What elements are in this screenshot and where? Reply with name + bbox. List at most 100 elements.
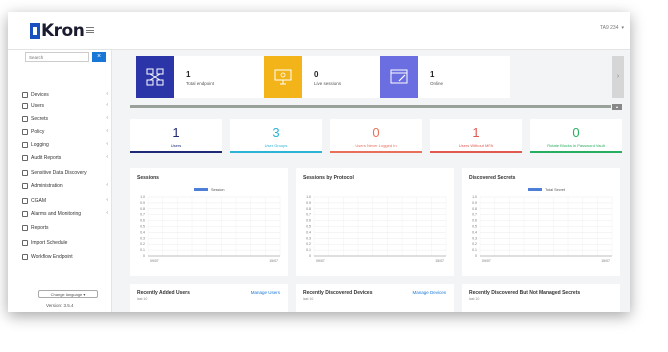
sidebar-item-secrets[interactable]: Secrets ‹ [22, 114, 108, 123]
sidebar-item-label: Import Schedule [31, 239, 68, 246]
chevron-left-icon: ‹ [106, 115, 108, 121]
sidebar-item-policy[interactable]: Policy ‹ [22, 127, 108, 136]
y-tick-label: 0.9 [472, 201, 477, 205]
metric-card-users-without-mfa[interactable]: 1 Users Without MFA [430, 119, 522, 153]
metric-card-user-groups[interactable]: 3 User Groups [230, 119, 322, 153]
chevron-left-icon: ‹ [106, 210, 108, 216]
metric-label: Users Without MFA [458, 143, 494, 148]
top-bar: Kron TA9 234 ▾ [8, 12, 630, 50]
y-tick-label: 0.5 [140, 225, 145, 229]
chevron-right-icon: › [616, 73, 620, 80]
sidebar-item-logging[interactable]: Logging ‹ [22, 140, 108, 149]
sidebar-item-label: Workflow Endpoint [31, 253, 73, 260]
sidebar-item-alarms-and-monitoring[interactable]: Alarms and Monitoring ‹ [22, 209, 108, 218]
recent-panel-recently-added-users: Recently Added Users last 10 Manage Users [130, 284, 288, 312]
recent-panel-recently-discovered-devices: Recently Discovered Devices last 10 Manage… [296, 284, 454, 312]
chart-panel-sessions: Sessions 1.0 0.9 0.8 0.7 0.6 0.5 0.4 0.3 0.2 0.1 0 0… [130, 168, 288, 276]
metric-accent-bar [230, 151, 322, 153]
secrets-icon [22, 115, 28, 122]
metric-card-users[interactable]: 1 Users [130, 119, 222, 153]
sidebar-item-reports[interactable]: Reports [22, 223, 108, 232]
y-tick-label: 0.5 [472, 225, 477, 229]
report-icon [22, 154, 28, 161]
stat-value: 1 [186, 70, 191, 79]
chevron-left-icon: ‹ [106, 182, 108, 188]
manage-link[interactable]: Manage Devices [412, 290, 446, 295]
user-name: TA9 234 [599, 25, 619, 31]
metric-label: Users Never Logged In [355, 143, 397, 148]
change-language-button[interactable]: Change language ▾ [38, 290, 98, 298]
collapse-button[interactable]: ▴ [612, 104, 622, 110]
sidebar-item-users[interactable]: Users ‹ [22, 101, 108, 110]
y-tick-label: 1.0 [472, 195, 477, 199]
x-tick-label: 15/07 [435, 259, 444, 263]
stat-card-online[interactable]: 1 Online [380, 56, 510, 98]
y-tick-label: 0.1 [140, 248, 145, 252]
search-button[interactable]: × [92, 52, 106, 62]
sidebar-item-workflow-endpoint[interactable]: Workflow Endpoint [22, 252, 108, 261]
x-tick-label: 09/07 [316, 259, 325, 263]
sidebar-item-cgam[interactable]: CGAM ‹ [22, 196, 108, 205]
metric-card-rotate-blocks-in-password-vault[interactable]: 0 Rotate Blocks in Password Vault [530, 119, 622, 153]
y-tick-label: 0.6 [306, 219, 311, 223]
menu-toggle-icon[interactable] [86, 27, 94, 33]
app-window: Kron TA9 234 ▾ × Change language ▾ Versi… [8, 12, 630, 312]
y-tick-label: 1.0 [306, 195, 311, 199]
chevron-left-icon: ‹ [106, 91, 108, 97]
sidebar-item-label: Sensitive Data Discovery [31, 169, 87, 176]
y-tick-label: 0.2 [140, 242, 145, 246]
metric-value: 0 [372, 125, 380, 140]
sidebar-item-administration[interactable]: Administration ‹ [22, 181, 108, 190]
y-tick-label: 0.4 [140, 230, 145, 234]
cgam-icon [22, 197, 28, 204]
panel-subtitle: last 10 [469, 297, 480, 301]
x-tick-label: 09/07 [150, 259, 159, 263]
chevron-down-icon: ▾ [621, 25, 624, 31]
metric-label: Rotate Blocks in Password Vault [547, 143, 605, 148]
sidebar-item-devices[interactable]: Devices ‹ [22, 90, 108, 99]
panel-title: Recently Discovered Devices [303, 290, 373, 296]
y-tick-label: 0.7 [140, 213, 145, 217]
y-tick-label: 0.2 [306, 242, 311, 246]
stat-card-total-endpoint[interactable]: 1 Total endpoint [136, 56, 266, 98]
network-icon [136, 56, 174, 98]
chart-panel-sessions-by-protocol: Sessions by Protocol 1.0 0.9 0.8 0.7 0.6 0.5 0.… [296, 168, 454, 276]
y-tick-label: 0 [309, 254, 311, 258]
monitor-icon [264, 56, 302, 98]
panel-title: Recently Discovered But Not Managed Secr… [469, 290, 581, 296]
panel-subtitle: last 10 [303, 297, 314, 301]
legend-label[interactable]: Session [211, 188, 225, 192]
legend-swatch [528, 188, 542, 191]
sidebar-item-label: Logging [31, 141, 49, 148]
reports-icon [22, 224, 28, 231]
y-tick-label: 0.4 [472, 230, 477, 234]
sidebar-item-label: Audit Reports [31, 154, 62, 161]
search-input[interactable] [25, 52, 89, 62]
y-tick-label: 0.8 [306, 207, 311, 211]
kron-logo[interactable]: Kron [30, 22, 85, 40]
metric-card-users-never-logged-in[interactable]: 0 Users Never Logged In [330, 119, 422, 153]
sidebar-item-audit-reports[interactable]: Audit Reports ‹ [22, 153, 108, 162]
y-tick-label: 0.9 [140, 201, 145, 205]
sidebar-item-import-schedule[interactable]: Import Schedule [22, 238, 108, 247]
sidebar-item-label: Administration [31, 182, 63, 189]
manage-link[interactable]: Manage Users [251, 290, 280, 295]
users-icon [22, 102, 28, 109]
user-menu[interactable]: TA9 234 ▾ [600, 25, 624, 31]
devices-icon [22, 91, 28, 98]
stat-label: Total endpoint [186, 81, 215, 86]
chevron-left-icon: ‹ [106, 128, 108, 134]
sidebar-item-sensitive-data-discovery[interactable]: Sensitive Data Discovery [22, 168, 108, 177]
logo-mark-icon [30, 23, 40, 39]
y-tick-label: 0.1 [472, 248, 477, 252]
sidebar-item-label: Secrets [31, 115, 48, 122]
legend-label[interactable]: Total Secret [545, 188, 566, 192]
version-label: Version: 3.5.4 [46, 303, 74, 308]
stat-card-live-sessions[interactable]: 0 Live sessions [264, 56, 394, 98]
carousel-next-button[interactable]: › [612, 56, 624, 98]
y-tick-label: 0.8 [140, 207, 145, 211]
metric-accent-bar [330, 151, 422, 153]
y-tick-label: 0.3 [306, 236, 311, 240]
y-tick-label: 0.3 [140, 236, 145, 240]
stat-value: 1 [430, 70, 435, 79]
